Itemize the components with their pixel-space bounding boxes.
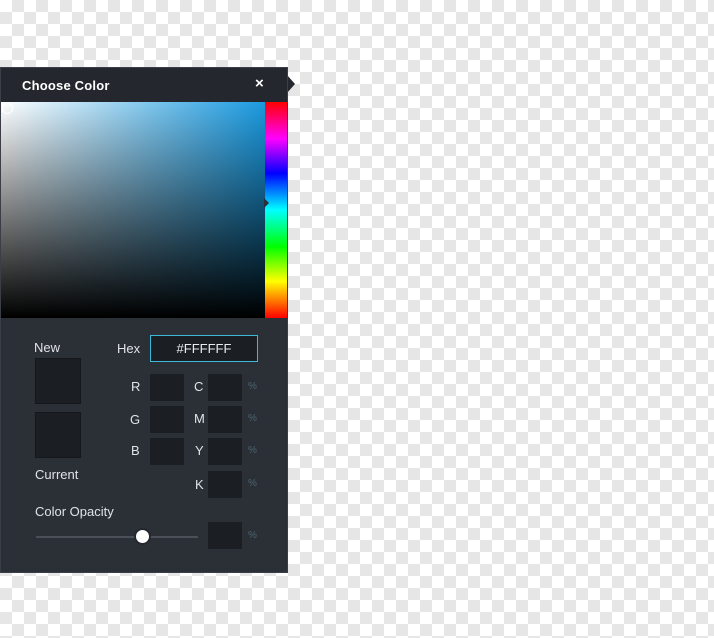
c-percent-unit: % — [248, 381, 257, 392]
y-input[interactable] — [208, 438, 242, 465]
b-label: B — [131, 443, 140, 458]
m-input[interactable] — [208, 406, 242, 433]
y-percent-unit: % — [248, 445, 257, 456]
hue-slider[interactable] — [264, 102, 287, 318]
close-icon[interactable]: × — [255, 76, 264, 92]
r-input[interactable] — [150, 374, 184, 401]
r-label: R — [131, 379, 141, 394]
dialog-pointer-arrow — [287, 75, 295, 93]
new-color-swatch — [35, 358, 81, 404]
m-percent-unit: % — [248, 413, 257, 424]
opacity-slider-track[interactable] — [36, 536, 198, 538]
hex-input[interactable]: #FFFFFF — [150, 335, 258, 362]
hex-label: Hex — [117, 341, 141, 356]
opacity-slider-thumb[interactable] — [134, 528, 151, 545]
current-color-swatch — [35, 412, 81, 458]
k-percent-unit: % — [248, 478, 257, 489]
opacity-percent-unit: % — [248, 530, 257, 541]
m-label: M — [194, 411, 205, 426]
opacity-input[interactable] — [208, 522, 242, 549]
g-input[interactable] — [150, 406, 184, 433]
c-input[interactable] — [208, 374, 242, 401]
k-label: K — [195, 477, 204, 492]
k-input[interactable] — [208, 471, 242, 498]
current-color-label: Current — [35, 467, 79, 482]
saturation-value-handle[interactable] — [2, 103, 13, 114]
c-label: C — [194, 379, 204, 394]
dialog-title: Choose Color — [22, 78, 110, 93]
dialog-header: Choose Color × — [1, 68, 287, 102]
saturation-value-area[interactable] — [1, 102, 265, 318]
opacity-label: Color Opacity — [35, 504, 114, 519]
g-label: G — [130, 412, 141, 427]
new-color-label: New — [34, 340, 61, 355]
hue-slider-handle[interactable] — [264, 198, 269, 208]
y-label: Y — [195, 443, 204, 458]
color-picker-dialog: Choose Color × New Current Hex #FFFFFF R… — [0, 67, 288, 573]
b-input[interactable] — [150, 438, 184, 465]
